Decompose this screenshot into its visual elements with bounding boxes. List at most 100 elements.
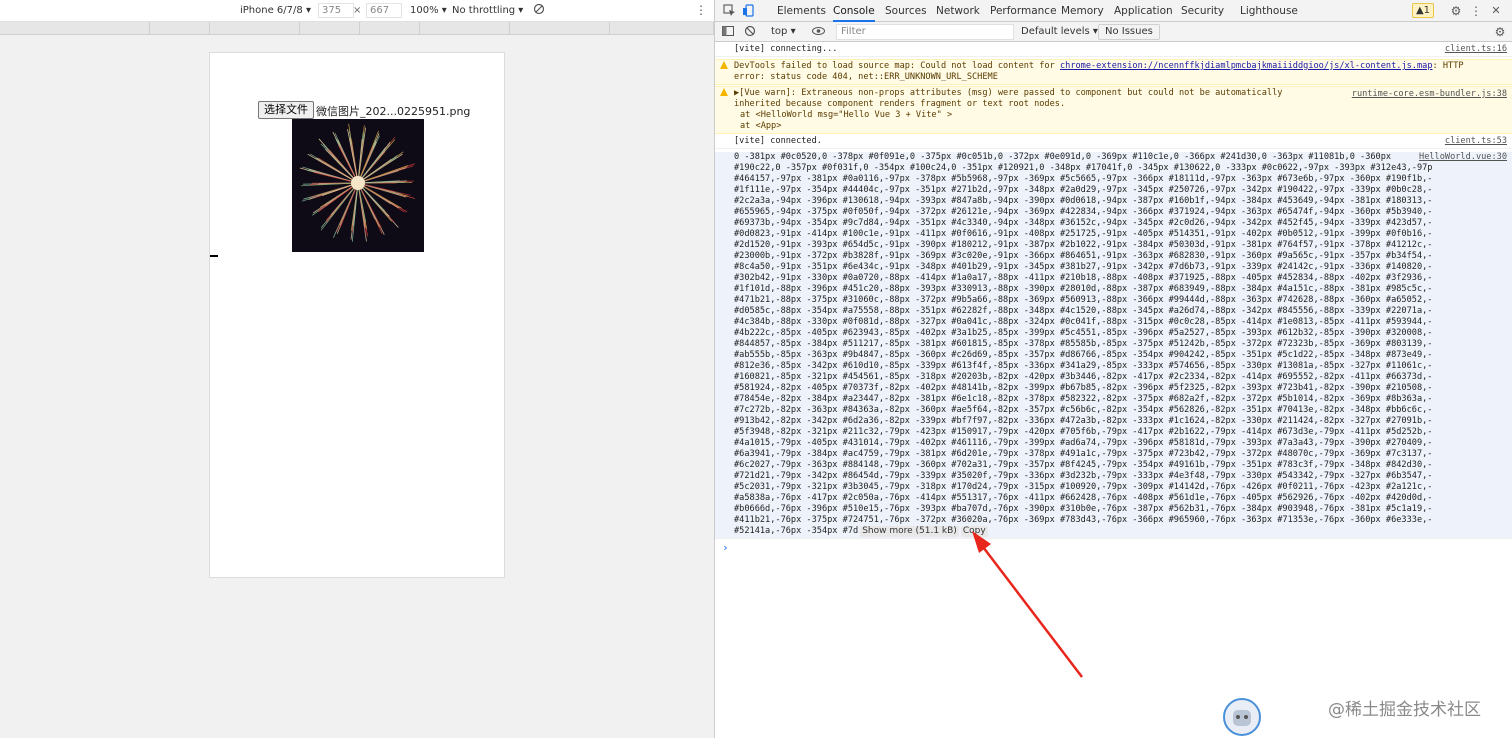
dump-line: #471b21,-88px -375px #31060c,-88px -372p… — [734, 295, 1433, 305]
context-select[interactable]: top ▾ — [771, 26, 796, 37]
dump-line: #d0585c,-88px -354px #a75558,-88px -351p… — [734, 306, 1433, 316]
dump-line: #5c2031,-79px -321px #3b3045,-79px -318p… — [734, 482, 1433, 492]
source-map-link[interactable]: chrome-extension://ncennffkjdiamlpmcbajk… — [1060, 61, 1433, 71]
issues-button[interactable]: No Issues — [1098, 24, 1160, 40]
dump-line: #4b222c,-85px -405px #623943,-85px -402p… — [734, 328, 1433, 338]
dump-line: #23000b,-91px -372px #b3828f,-91px -369p… — [734, 251, 1433, 261]
tab-application[interactable]: Application — [1114, 0, 1173, 22]
warning-count-badge[interactable]: ▲1 — [1412, 3, 1434, 18]
firework-image — [292, 119, 424, 252]
source-link[interactable]: HelloWorld.vue:30 — [1415, 152, 1507, 163]
clear-console-icon[interactable] — [743, 25, 757, 39]
firework-spark — [363, 183, 411, 196]
throttle-select[interactable]: No throttling ▾ — [452, 5, 523, 16]
devtools-panel: Elements Console Sources Network Performance… — [714, 0, 1512, 738]
dump-line: #ab555b,-85px -363px #9b4847,-85px -360p… — [734, 350, 1433, 360]
dump-line: #913b42,-82px -342px #6d2a36,-82px -339p… — [734, 416, 1433, 426]
devtools-tabbar: Elements Console Sources Network Performance… — [715, 0, 1512, 22]
firework-spark — [358, 188, 367, 223]
dump-line: #2c2a3a,-94px -396px #130618,-94px -393p… — [734, 196, 1433, 206]
settings-gear-icon[interactable]: ⚙ — [1449, 4, 1463, 18]
firework-core — [351, 176, 365, 190]
dump-line: #69373b,-94px -354px #9c7d84,-94px -351p… — [734, 218, 1433, 228]
dump-line: #b0666d,-76px -396px #510e15,-76px -393p… — [734, 504, 1433, 514]
console-settings-gear-icon[interactable]: ⚙ — [1493, 25, 1507, 39]
emulated-viewport: 选择文件 微信图片_202...0225951.png — [209, 52, 505, 578]
show-more-button[interactable]: Show more (51.1 kB) — [860, 526, 959, 537]
dump-line: #1f111e,-97px -354px #44404c,-97px -351p… — [734, 185, 1433, 195]
zoom-select[interactable]: 100% ▾ — [410, 5, 447, 16]
vue-warning[interactable]: ▶[Vue warn]: Extraneous non-props attrib… — [715, 86, 1512, 134]
dump-line: #2d1520,-91px -393px #654d5c,-91px -390p… — [734, 240, 1433, 250]
robot-avatar-icon — [1223, 698, 1261, 736]
tab-performance[interactable]: Performance — [990, 0, 1057, 22]
tab-network[interactable]: Network — [936, 0, 980, 22]
rotate-icon[interactable] — [533, 3, 545, 18]
dump-line: #7c272b,-82px -363px #84363a,-82px -360p… — [734, 405, 1433, 415]
source-link[interactable]: client.ts:53 — [1441, 136, 1507, 147]
tab-memory[interactable]: Memory — [1061, 0, 1104, 22]
message-text: [vite] connected. — [734, 136, 822, 146]
dump-line: #4c384b,-88px -330px #0f081d,-88px -327p… — [734, 317, 1433, 327]
red-annotation-arrow — [972, 531, 1083, 678]
device-emulation-pane: iPhone 6/7/8 ▾ 375 × 667 100% ▾ No throt… — [0, 0, 714, 738]
console-toolbar: top ▾ Filter Default levels ▾ No Issues … — [715, 22, 1512, 42]
dump-line: #844857,-85px -384px #511217,-85px -381p… — [734, 339, 1433, 349]
close-icon[interactable]: ✕ — [1489, 4, 1503, 18]
log-levels-select[interactable]: Default levels ▾ — [1021, 26, 1098, 37]
dump-line: #6c2027,-79px -363px #884148,-79px -360p… — [734, 460, 1433, 470]
media-query-ruler[interactable] — [0, 22, 714, 35]
tab-lighthouse[interactable]: Lighthouse — [1240, 0, 1298, 22]
firework-spark — [361, 147, 386, 179]
device-select[interactable]: iPhone 6/7/8 ▾ — [240, 5, 311, 16]
dump-line: #655965,-94px -375px #0f050f,-94px -372p… — [734, 207, 1433, 217]
dump-line: #8c4a50,-91px -351px #6e434c,-91px -348p… — [734, 262, 1433, 272]
tab-elements[interactable]: Elements — [777, 0, 826, 22]
message-text: [vite] connecting... — [734, 44, 838, 54]
dump-line: #190c22,0 -357px #0f031f,0 -354px #100c2… — [734, 163, 1433, 173]
tab-console[interactable]: Console — [833, 0, 875, 22]
source-link[interactable]: runtime-core.esm-bundler.js:38 — [1347, 89, 1507, 100]
dump-line: #0d0823,-91px -414px #100c1e,-91px -411p… — [734, 229, 1433, 239]
more-menu-icon[interactable]: ⋮ — [1469, 4, 1483, 18]
text-cursor-mark — [210, 255, 218, 257]
warning-icon — [720, 61, 728, 69]
source-link[interactable]: client.ts:16 — [1441, 44, 1507, 55]
eye-icon[interactable] — [811, 25, 825, 39]
console-message: [vite] connected. client.ts:53 — [715, 136, 1512, 149]
console-prompt-icon[interactable]: › — [722, 542, 729, 553]
inspect-element-icon[interactable] — [722, 4, 736, 18]
watermark: @稀土掘金技术社区 — [1328, 700, 1481, 720]
device-toggle-icon[interactable] — [742, 4, 756, 18]
device-toolbar: iPhone 6/7/8 ▾ 375 × 667 100% ▾ No throt… — [0, 0, 714, 22]
filter-input[interactable]: Filter — [836, 24, 1014, 40]
dump-line: #6a3941,-79px -384px #ac4759,-79px -381p… — [734, 449, 1433, 459]
console-message: [vite] connecting... client.ts:16 — [715, 44, 1512, 57]
dump-line: #78454e,-82px -384px #a23447,-82px -381p… — [734, 394, 1433, 404]
selected-file-name: 微信图片_202...0225951.png — [316, 105, 471, 118]
dump-line: #160821,-85px -321px #454561,-85px -318p… — [734, 372, 1433, 382]
warning-icon — [720, 88, 728, 96]
width-input[interactable]: 375 — [318, 3, 354, 18]
tab-security[interactable]: Security — [1181, 0, 1224, 22]
dump-line: #464157,-97px -381px #0a0116,-97px -378p… — [734, 174, 1433, 184]
dump-line: #302b42,-91px -330px #0a0720,-88px -414p… — [734, 273, 1433, 283]
dump-line: #4a1015,-79px -405px #431014,-79px -402p… — [734, 438, 1433, 448]
dump-line: #581924,-82px -405px #70373f,-82px -402p… — [734, 383, 1433, 393]
choose-file-button[interactable]: 选择文件 — [258, 101, 314, 119]
console-output: [vite] connecting... client.ts:16 DevToo… — [715, 42, 1512, 738]
box-shadow-dump: 0 -381px #0c0520,0 -378px #0f091e,0 -375… — [715, 152, 1512, 539]
height-input[interactable]: 667 — [366, 3, 402, 18]
tab-sources[interactable]: Sources — [885, 0, 927, 22]
dimension-separator: × — [353, 5, 362, 16]
more-options-icon[interactable]: ⋮ — [695, 3, 707, 17]
dump-line: #812e36,-85px -342px #610d10,-85px -339p… — [734, 361, 1433, 371]
console-warning: DevTools failed to load source map: Coul… — [715, 59, 1512, 85]
dump-line: #a5838a,-76px -417px #2c050a,-76px -414p… — [734, 493, 1433, 503]
dump-line: 0 -381px #0c0520,0 -378px #0f091e,0 -375… — [734, 152, 1392, 162]
dump-line: #5f3948,-82px -321px #211c32,-79px -423p… — [734, 427, 1433, 437]
dump-line: #1f101d,-88px -396px #451c20,-88px -393p… — [734, 284, 1433, 294]
dump-line: #721d21,-79px -342px #86454d,-79px -339p… — [734, 471, 1433, 481]
firework-spark — [313, 171, 353, 182]
sidebar-toggle-icon[interactable] — [721, 25, 735, 39]
